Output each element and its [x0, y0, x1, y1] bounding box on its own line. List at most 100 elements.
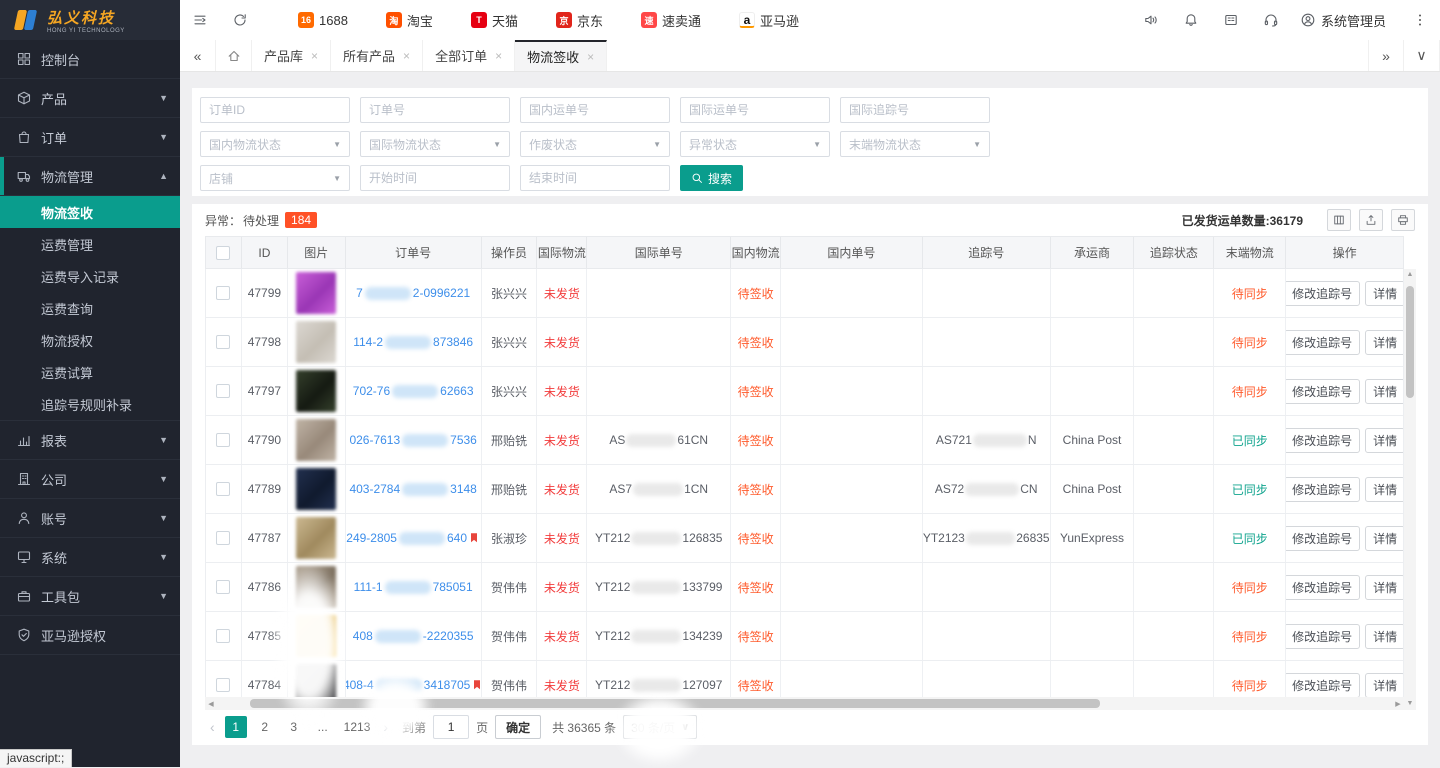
order-number-link[interactable]: 702-7662663 — [353, 384, 474, 398]
sidebar-subitem-物流授权[interactable]: 物流授权 — [0, 324, 180, 356]
detail-button[interactable]: 详情 — [1365, 673, 1403, 698]
select-all-checkbox[interactable] — [216, 246, 230, 260]
per-page-select[interactable]: 30 条/页∨ — [623, 715, 697, 739]
table-vertical-scrollbar[interactable]: ▲ ▼ — [1404, 269, 1416, 710]
modify-tracking-button[interactable]: 修改追踪号 — [1286, 526, 1360, 551]
sidebar-item-控制台[interactable]: 控制台 — [0, 40, 180, 79]
user-menu[interactable]: 系统管理员 — [1301, 11, 1386, 30]
product-thumbnail[interactable] — [296, 321, 336, 363]
detail-button[interactable]: 详情 — [1365, 575, 1403, 600]
order-number-link[interactable]: 408-2220355 — [353, 629, 474, 643]
tab-全部订单[interactable]: 全部订单× — [423, 40, 515, 71]
sidebar-subitem-运费试算[interactable]: 运费试算 — [0, 356, 180, 388]
filter-input-end-time[interactable] — [520, 165, 670, 191]
product-thumbnail[interactable] — [296, 419, 336, 461]
filter-input-start-time[interactable] — [360, 165, 510, 191]
sidebar-item-系统[interactable]: 系统▼ — [0, 538, 180, 577]
print-button[interactable] — [1391, 209, 1415, 231]
modify-tracking-button[interactable]: 修改追踪号 — [1286, 477, 1360, 502]
product-thumbnail[interactable] — [296, 615, 336, 657]
sidebar-subitem-运费导入记录[interactable]: 运费导入记录 — [0, 260, 180, 292]
tab-close-icon[interactable]: × — [403, 49, 410, 63]
detail-button[interactable]: 详情 — [1365, 379, 1403, 404]
tabs-collapse-left-icon[interactable]: « — [180, 40, 216, 71]
tabs-dropdown-icon[interactable]: ∨ — [1404, 40, 1440, 71]
modify-tracking-button[interactable]: 修改追踪号 — [1286, 379, 1360, 404]
sidebar-subitem-运费查询[interactable]: 运费查询 — [0, 292, 180, 324]
marketplace-link-1688[interactable]: 161688 — [298, 12, 348, 28]
detail-button[interactable]: 详情 — [1365, 526, 1403, 551]
prev-page-icon[interactable]: ‹ — [207, 719, 218, 735]
horizontal-scroll-thumb[interactable] — [250, 699, 1100, 708]
detail-button[interactable]: 详情 — [1365, 330, 1403, 355]
row-checkbox[interactable] — [216, 335, 230, 349]
marketplace-link-京东[interactable]: 京京东 — [556, 11, 603, 30]
marketplace-link-亚马逊[interactable]: a亚马逊 — [739, 11, 799, 30]
product-thumbnail[interactable] — [296, 566, 336, 608]
goto-confirm-button[interactable]: 确定 — [495, 715, 541, 739]
tab-所有产品[interactable]: 所有产品× — [331, 40, 423, 71]
product-thumbnail[interactable] — [296, 272, 336, 314]
refresh-icon[interactable] — [220, 0, 260, 40]
home-tab-icon[interactable] — [216, 40, 252, 71]
product-thumbnail[interactable] — [296, 517, 336, 559]
sidebar-item-公司[interactable]: 公司▼ — [0, 460, 180, 499]
support-headset-icon[interactable] — [1251, 0, 1291, 40]
order-number-link[interactable]: 026-76137536 — [349, 433, 476, 447]
notification-bell-icon[interactable] — [1171, 0, 1211, 40]
announce-icon[interactable] — [1131, 0, 1171, 40]
row-checkbox[interactable] — [216, 629, 230, 643]
detail-button[interactable]: 详情 — [1365, 281, 1403, 306]
menu-fold-icon[interactable] — [180, 0, 220, 40]
order-number-link[interactable]: 249-2805640 — [346, 531, 480, 545]
sidebar-subitem-追踪号规则补录[interactable]: 追踪号规则补录 — [0, 388, 180, 420]
filter-input-国际追踪号[interactable] — [840, 97, 990, 123]
modify-tracking-button[interactable]: 修改追踪号 — [1286, 624, 1360, 649]
product-thumbnail[interactable] — [296, 468, 336, 510]
scroll-up-icon[interactable]: ▲ — [1407, 269, 1414, 281]
row-checkbox[interactable] — [216, 286, 230, 300]
search-button[interactable]: 搜索 — [680, 165, 743, 191]
filter-select-作废状态[interactable]: 作废状态▼ — [520, 131, 670, 157]
modify-tracking-button[interactable]: 修改追踪号 — [1286, 281, 1360, 306]
page-number-3[interactable]: 3 — [283, 716, 305, 738]
filter-input-国际运单号[interactable] — [680, 97, 830, 123]
order-number-link[interactable]: 114-2873846 — [353, 335, 473, 349]
sidebar-subitem-运费管理[interactable]: 运费管理 — [0, 228, 180, 260]
filter-input-国内运单号[interactable] — [520, 97, 670, 123]
scroll-down-icon[interactable]: ▼ — [1407, 698, 1414, 710]
vertical-scroll-thumb[interactable] — [1406, 286, 1414, 398]
order-number-link[interactable]: 403-27843148 — [349, 482, 476, 496]
page-number-1213[interactable]: 1213 — [341, 716, 374, 738]
sidebar-item-账号[interactable]: 账号▼ — [0, 499, 180, 538]
order-number-link[interactable]: 111-1785051 — [354, 580, 473, 594]
detail-button[interactable]: 详情 — [1365, 624, 1403, 649]
product-thumbnail[interactable] — [296, 370, 336, 412]
tab-物流签收[interactable]: 物流签收× — [515, 40, 607, 71]
tab-close-icon[interactable]: × — [587, 50, 594, 64]
sidebar-item-物流管理[interactable]: 物流管理▲ — [0, 157, 180, 196]
filter-select-国内物流状态[interactable]: 国内物流状态▼ — [200, 131, 350, 157]
marketplace-link-天猫[interactable]: T天猫 — [471, 11, 518, 30]
sidebar-item-报表[interactable]: 报表▼ — [0, 421, 180, 460]
page-number-2[interactable]: 2 — [254, 716, 276, 738]
row-checkbox[interactable] — [216, 580, 230, 594]
detail-button[interactable]: 详情 — [1365, 428, 1403, 453]
filter-input-订单号[interactable] — [360, 97, 510, 123]
row-checkbox[interactable] — [216, 678, 230, 692]
sidebar-item-工具包[interactable]: 工具包▼ — [0, 577, 180, 616]
filter-select-国际物流状态[interactable]: 国际物流状态▼ — [360, 131, 510, 157]
modify-tracking-button[interactable]: 修改追踪号 — [1286, 673, 1360, 698]
sidebar-item-订单[interactable]: 订单▼ — [0, 118, 180, 157]
page-number-1[interactable]: 1 — [225, 716, 247, 738]
tab-close-icon[interactable]: × — [495, 49, 502, 63]
filter-select-末端物流状态[interactable]: 末端物流状态▼ — [840, 131, 990, 157]
marketplace-link-淘宝[interactable]: 淘淘宝 — [386, 11, 433, 30]
more-menu-icon[interactable] — [1400, 0, 1440, 40]
pending-count-badge[interactable]: 184 — [285, 212, 317, 228]
tabs-expand-right-icon[interactable]: » — [1368, 40, 1404, 71]
sidebar-item-产品[interactable]: 产品▼ — [0, 79, 180, 118]
sidebar-item-亚马逊授权[interactable]: 亚马逊授权 — [0, 616, 180, 655]
detail-button[interactable]: 详情 — [1365, 477, 1403, 502]
panel-grid-icon[interactable] — [1211, 0, 1251, 40]
